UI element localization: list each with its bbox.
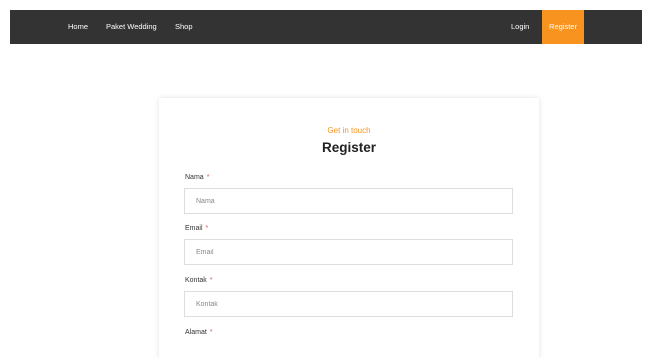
nama-label-text: Nama <box>185 174 204 181</box>
alamat-label: Alamat * <box>185 329 213 336</box>
kontak-label-text: Kontak <box>185 277 207 284</box>
nav-paket-wedding-link[interactable]: Paket Wedding <box>106 10 157 44</box>
card-kicker: Get in touch <box>327 126 371 135</box>
register-card: Get in touch Register Nama* Email* Konta… <box>159 98 539 358</box>
required-mark: * <box>205 225 209 232</box>
nav-register-button[interactable]: Register <box>542 10 584 44</box>
required-mark: * <box>206 174 210 181</box>
required-mark: * <box>209 277 213 284</box>
kontak-label: Kontak * <box>185 277 213 284</box>
alamat-label-text: Alamat <box>185 329 207 336</box>
kontak-input[interactable] <box>184 291 513 317</box>
nav-home-link[interactable]: Home <box>68 10 88 44</box>
top-navbar: Home Paket Wedding Shop Login Register <box>10 10 642 44</box>
nama-label: Nama * <box>185 174 209 181</box>
page-title: Register <box>321 140 377 155</box>
email-label: Email * <box>185 225 208 232</box>
nama-input[interactable] <box>184 188 513 214</box>
email-label-text: Email <box>185 225 203 232</box>
nav-shop-link[interactable]: Shop <box>175 10 193 44</box>
required-mark: * <box>209 329 213 336</box>
nav-login-link[interactable]: Login <box>511 10 529 44</box>
email-input[interactable] <box>184 239 513 265</box>
